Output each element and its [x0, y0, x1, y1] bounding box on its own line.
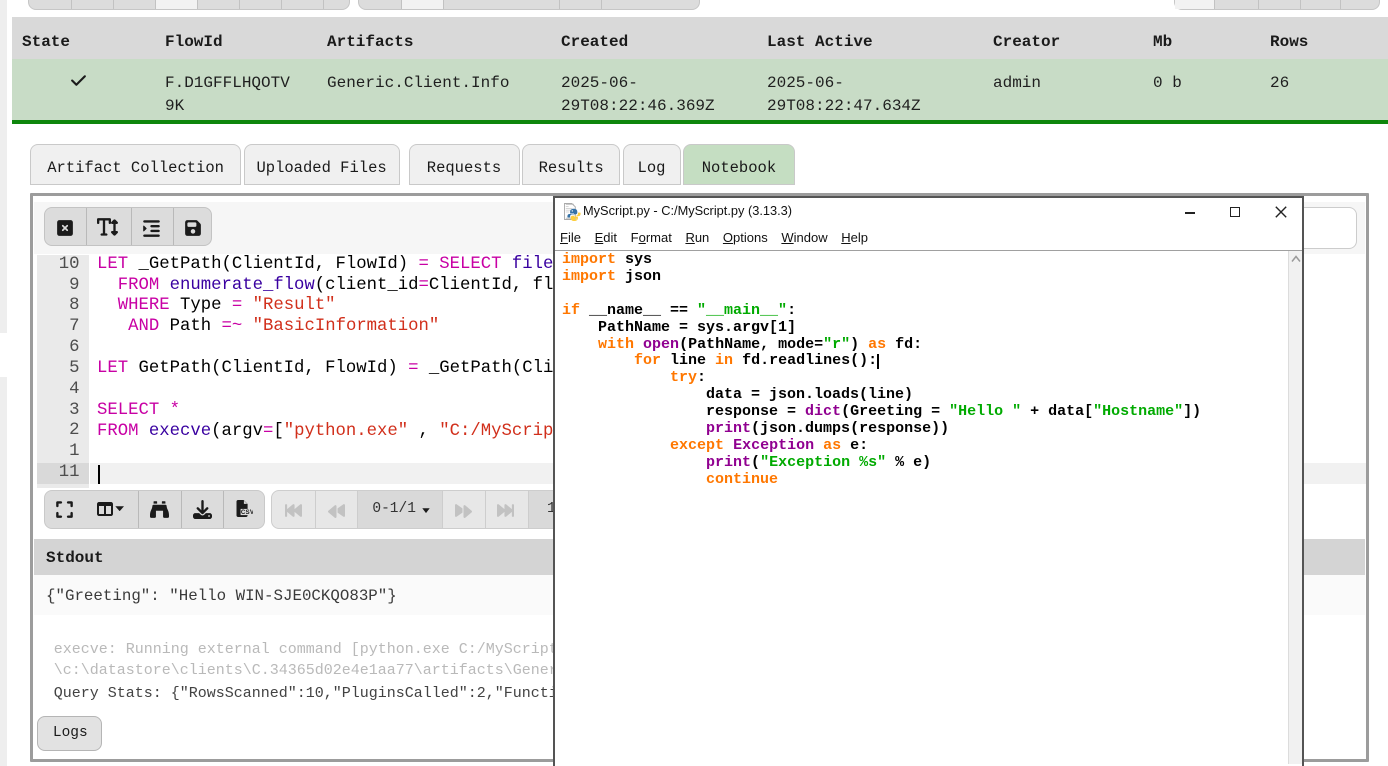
svg-text:CSV: CSV [240, 509, 252, 516]
